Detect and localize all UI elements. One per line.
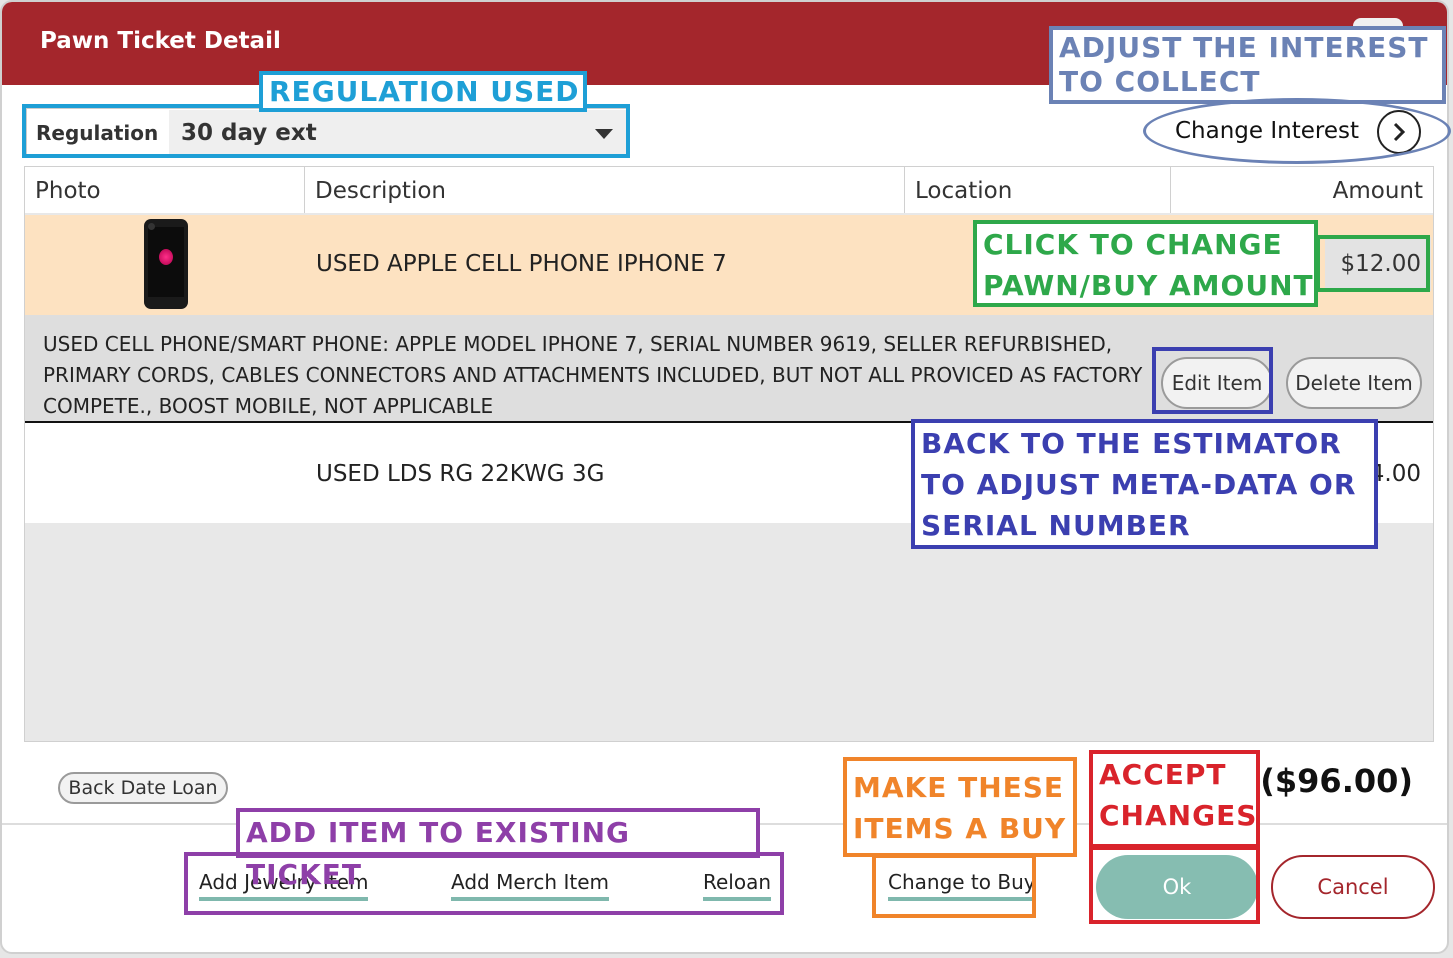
header-amount: Amount bbox=[1171, 167, 1433, 213]
annotation-change-buy-frame bbox=[872, 854, 1036, 918]
annotation-line: MAKE THESE bbox=[853, 771, 1065, 804]
annotation-line: TO COLLECT bbox=[1059, 65, 1261, 98]
annotation-change-amount: CLICK TO CHANGE PAWN/BUY AMOUNT bbox=[973, 220, 1318, 307]
phone-photo bbox=[144, 219, 188, 309]
header-description: Description bbox=[305, 167, 905, 213]
annotation-add-item: ADD ITEM TO EXISTING TICKET bbox=[236, 808, 760, 891]
cancel-button[interactable]: Cancel bbox=[1271, 855, 1435, 919]
annotation-line: PAWN/BUY AMOUNT bbox=[983, 269, 1314, 302]
annotation-accept: ACCEPT CHANGES bbox=[1089, 750, 1260, 848]
annotation-line: ADJUST THE INTEREST bbox=[1059, 31, 1429, 64]
annotation-adjust-interest: ADJUST THE INTEREST TO COLLECT bbox=[1049, 26, 1446, 104]
annotation-make-buy: MAKE THESE ITEMS A BUY bbox=[843, 757, 1077, 857]
row-description: USED APPLE CELL PHONE IPHONE 7 bbox=[316, 251, 727, 277]
annotation-line: SERIAL NUMBER bbox=[921, 509, 1191, 542]
annotation-line: CHANGES bbox=[1099, 799, 1258, 832]
annotation-line: TO ADJUST META-DATA OR bbox=[921, 468, 1357, 501]
ticket-total: ($96.00) bbox=[1260, 762, 1413, 800]
back-date-loan-button[interactable]: Back Date Loan bbox=[58, 772, 228, 804]
annotation-ok-frame bbox=[1089, 846, 1260, 924]
annotation-regulation-used: REGULATION USED bbox=[259, 71, 587, 112]
annotation-regulation-frame bbox=[22, 104, 630, 158]
row-description: USED LDS RG 22KWG 3G bbox=[316, 461, 605, 487]
annotation-edit-frame bbox=[1152, 347, 1273, 414]
dialog-title: Pawn Ticket Detail bbox=[40, 28, 281, 54]
item-detail-text: USED CELL PHONE/SMART PHONE: APPLE MODEL… bbox=[43, 332, 1143, 418]
annotation-amount-frame bbox=[1316, 235, 1430, 292]
annotation-change-interest-ellipse bbox=[1143, 98, 1451, 164]
annotation-line: ITEMS A BUY bbox=[853, 812, 1067, 845]
annotation-line: BACK TO THE ESTIMATOR bbox=[921, 427, 1342, 460]
annotation-line: CLICK TO CHANGE bbox=[983, 228, 1283, 261]
delete-item-button[interactable]: Delete Item bbox=[1286, 357, 1422, 409]
annotation-estimator: BACK TO THE ESTIMATOR TO ADJUST META-DAT… bbox=[911, 419, 1378, 549]
annotation-add-item-frame bbox=[184, 852, 784, 915]
header-photo: Photo bbox=[25, 167, 305, 213]
annotation-line: ACCEPT bbox=[1099, 758, 1227, 791]
header-location: Location bbox=[905, 167, 1171, 213]
